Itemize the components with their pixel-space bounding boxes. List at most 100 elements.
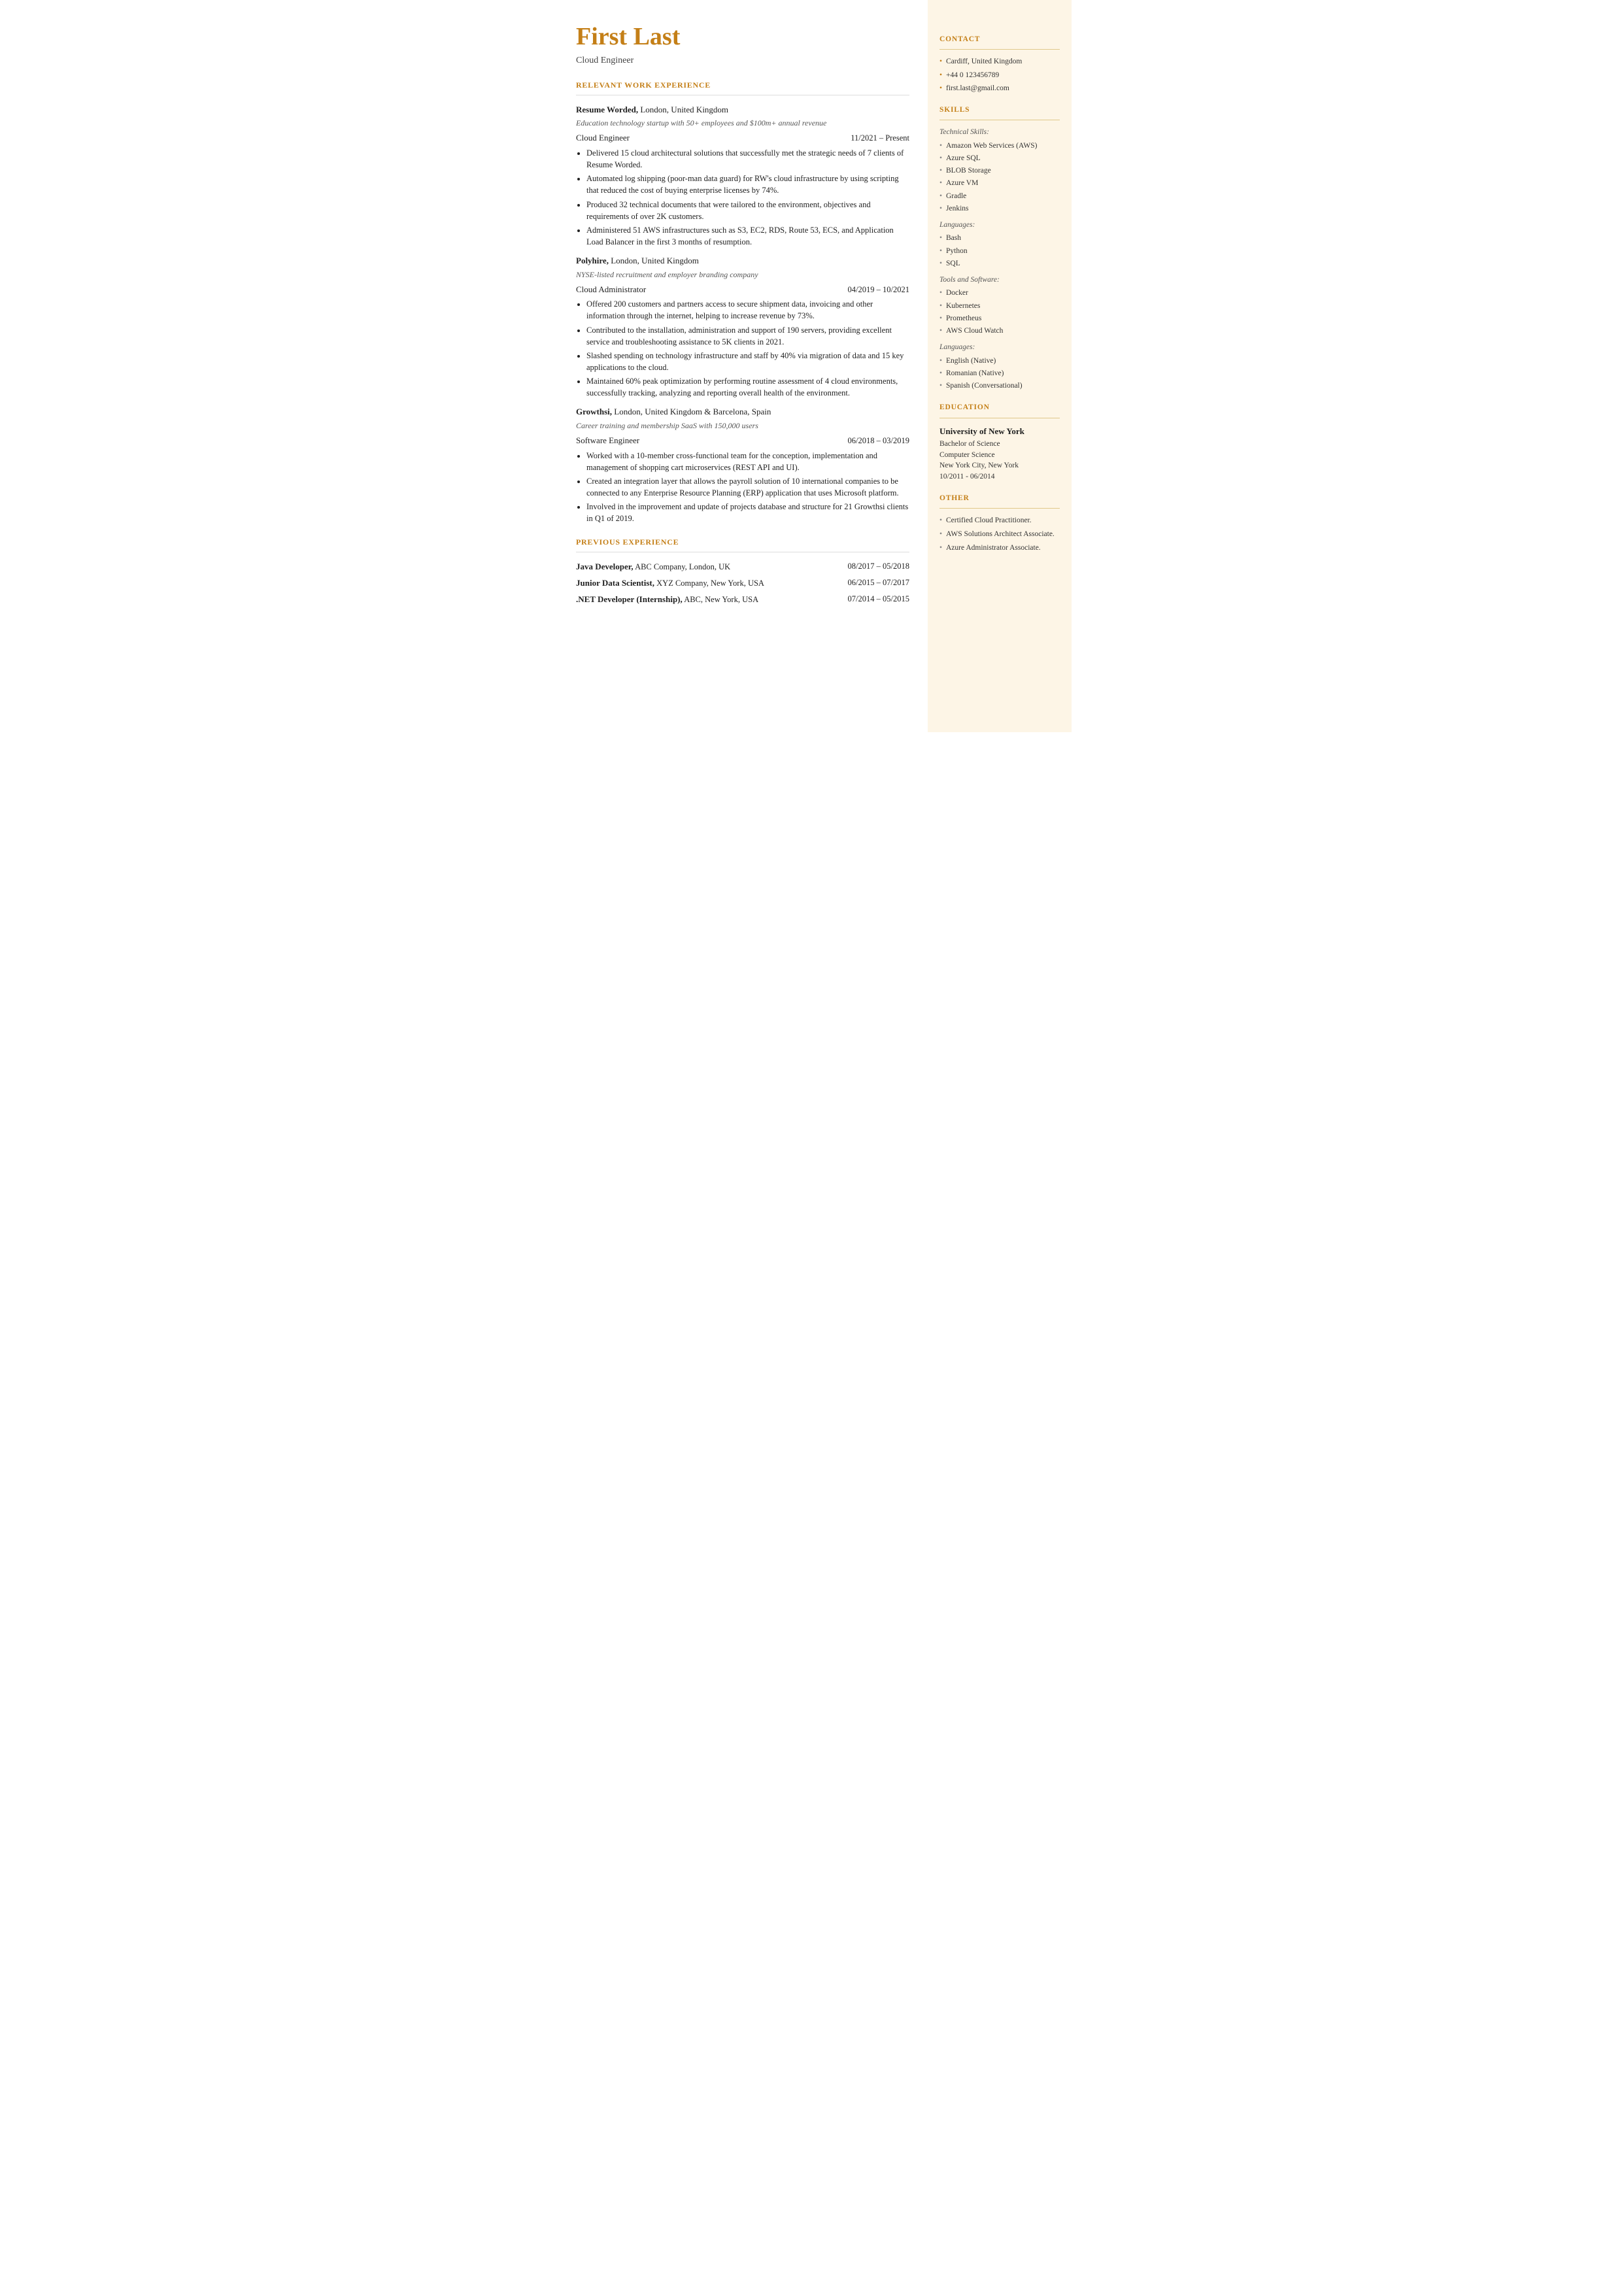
job-1-dates: 11/2021 – Present xyxy=(851,132,909,144)
job-2-company-bold: Polyhire, xyxy=(576,256,609,265)
education-degree: Bachelor of Science xyxy=(939,439,1060,450)
left-column: First Last Cloud Engineer RELEVANT WORK … xyxy=(552,0,928,732)
job-3-company-header: Growthsi, London, United Kingdom & Barce… xyxy=(576,405,909,418)
job-1-bullets: Delivered 15 cloud architectural solutio… xyxy=(586,147,909,248)
skill-gradle: Gradle xyxy=(939,191,1060,202)
prev-job-3-title-rest: ABC, New York, USA xyxy=(684,595,758,604)
job-1-company-rest: London, United Kingdom xyxy=(640,105,728,114)
technical-skills-list: Amazon Web Services (AWS) Azure SQL BLOB… xyxy=(939,141,1060,215)
skill-spanish: Spanish (Conversational) xyxy=(939,380,1060,392)
job-2-bullet-2: Contributed to the installation, adminis… xyxy=(586,324,909,348)
job-3-dates: 06/2018 – 03/2019 xyxy=(848,435,909,447)
other-item-3: Azure Administrator Associate. xyxy=(939,543,1060,554)
prev-job-1-left: Java Developer, ABC Company, London, UK xyxy=(576,560,848,573)
education-location: New York City, New York xyxy=(939,460,1060,471)
job-1-bullet-2: Automated log shipping (poor-man data gu… xyxy=(586,173,909,196)
relevant-experience-title: RELEVANT WORK EXPERIENCE xyxy=(576,79,909,91)
name: First Last xyxy=(576,24,909,51)
job-3-description: Career training and membership SaaS with… xyxy=(576,420,909,431)
contact-list: Cardiff, United Kingdom +44 0 123456789 … xyxy=(939,56,1060,94)
education-dates: 10/2011 - 06/2014 xyxy=(939,471,1060,482)
technical-skills-label: Technical Skills: xyxy=(939,127,1060,138)
contact-address: Cardiff, United Kingdom xyxy=(939,56,1060,67)
prev-job-3-left: .NET Developer (Internship), ABC, New Yo… xyxy=(576,593,848,606)
job-2-bullets: Offered 200 customers and partners acces… xyxy=(586,298,909,399)
prev-job-2-title-rest: XYZ Company, New York, USA xyxy=(656,579,764,588)
other-item-2: AWS Solutions Architect Associate. xyxy=(939,529,1060,540)
other-title: OTHER xyxy=(939,493,1060,504)
job-3-row: Software Engineer 06/2018 – 03/2019 xyxy=(576,434,909,447)
prev-job-1: Java Developer, ABC Company, London, UK … xyxy=(576,560,909,573)
other-item-1: Certified Cloud Practitioner. xyxy=(939,515,1060,526)
job-title: Cloud Engineer xyxy=(576,54,909,67)
programming-languages-label: Languages: xyxy=(939,220,1060,231)
skill-azure-vm: Azure VM xyxy=(939,178,1060,189)
job-3-bullet-3: Involved in the improvement and update o… xyxy=(586,501,909,524)
job-1-description: Education technology startup with 50+ em… xyxy=(576,117,909,129)
job-3-bullet-1: Worked with a 10-member cross-functional… xyxy=(586,450,909,473)
skill-cloudwatch: AWS Cloud Watch xyxy=(939,326,1060,337)
resume-page: First Last Cloud Engineer RELEVANT WORK … xyxy=(552,0,1072,732)
job-2-title: Cloud Administrator xyxy=(576,283,646,296)
job-2-company-header: Polyhire, London, United Kingdom xyxy=(576,254,909,267)
skill-aws: Amazon Web Services (AWS) xyxy=(939,141,1060,152)
skill-sql: SQL xyxy=(939,258,1060,269)
job-2-bullet-4: Maintained 60% peak optimization by perf… xyxy=(586,375,909,399)
relevant-experience-section: RELEVANT WORK EXPERIENCE Resume Worded, … xyxy=(576,79,909,525)
spoken-languages-label: Languages: xyxy=(939,342,1060,353)
skill-azure-sql: Azure SQL xyxy=(939,153,1060,164)
job-1-title: Cloud Engineer xyxy=(576,131,630,144)
contact-title: CONTACT xyxy=(939,34,1060,45)
other-divider xyxy=(939,508,1060,509)
job-3-company-rest: London, United Kingdom & Barcelona, Spai… xyxy=(614,407,771,416)
other-list: Certified Cloud Practitioner. AWS Soluti… xyxy=(939,515,1060,554)
prev-job-2-title-bold: Junior Data Scientist, xyxy=(576,578,654,588)
prev-job-3: .NET Developer (Internship), ABC, New Yo… xyxy=(576,593,909,606)
skills-title: SKILLS xyxy=(939,105,1060,116)
prev-job-1-title-bold: Java Developer, xyxy=(576,562,634,571)
job-1-bullet-3: Produced 32 technical documents that wer… xyxy=(586,199,909,222)
job-3-bullet-2: Created an integration layer that allows… xyxy=(586,475,909,499)
contact-email: first.last@gmail.com xyxy=(939,83,1060,94)
job-1-company-header: Resume Worded, London, United Kingdom xyxy=(576,103,909,116)
education-title: EDUCATION xyxy=(939,402,1060,413)
job-3-title: Software Engineer xyxy=(576,434,639,447)
spoken-languages-list: English (Native) Romanian (Native) Spani… xyxy=(939,356,1060,392)
job-2-bullet-3: Slashed spending on technology infrastru… xyxy=(586,350,909,373)
education-section: EDUCATION University of New York Bachelo… xyxy=(939,402,1060,482)
job-2-row: Cloud Administrator 04/2019 – 10/2021 xyxy=(576,283,909,296)
skill-python: Python xyxy=(939,246,1060,257)
job-2-company-rest: London, United Kingdom xyxy=(611,256,699,265)
skill-english: English (Native) xyxy=(939,356,1060,367)
skill-bash: Bash xyxy=(939,233,1060,244)
contact-section: CONTACT Cardiff, United Kingdom +44 0 12… xyxy=(939,34,1060,94)
prev-job-2-dates: 06/2015 – 07/2017 xyxy=(848,577,909,590)
tools-label: Tools and Software: xyxy=(939,275,1060,286)
skill-kubernetes: Kubernetes xyxy=(939,301,1060,312)
skill-romanian: Romanian (Native) xyxy=(939,368,1060,379)
job-1-company-bold: Resume Worded, xyxy=(576,105,638,114)
job-3-bullets: Worked with a 10-member cross-functional… xyxy=(586,450,909,525)
skill-prometheus: Prometheus xyxy=(939,313,1060,324)
job-1-bullet-4: Administered 51 AWS infrastructures such… xyxy=(586,224,909,248)
tools-list: Docker Kubernetes Prometheus AWS Cloud W… xyxy=(939,288,1060,337)
job-3-company-bold: Growthsi, xyxy=(576,407,612,416)
right-column: CONTACT Cardiff, United Kingdom +44 0 12… xyxy=(928,0,1072,732)
job-2-description: NYSE-listed recruitment and employer bra… xyxy=(576,269,909,280)
education-field: Computer Science xyxy=(939,450,1060,461)
education-university: University of New York xyxy=(939,425,1060,438)
job-1-bullet-1: Delivered 15 cloud architectural solutio… xyxy=(586,147,909,171)
contact-divider xyxy=(939,49,1060,50)
job-1-row: Cloud Engineer 11/2021 – Present xyxy=(576,131,909,144)
prev-job-3-dates: 07/2014 – 05/2015 xyxy=(848,593,909,606)
skill-docker: Docker xyxy=(939,288,1060,299)
other-section: OTHER Certified Cloud Practitioner. AWS … xyxy=(939,493,1060,554)
prev-job-2: Junior Data Scientist, XYZ Company, New … xyxy=(576,577,909,590)
previous-experience-section: PREVIOUS EXPERIENCE Java Developer, ABC … xyxy=(576,536,909,605)
job-2-dates: 04/2019 – 10/2021 xyxy=(848,284,909,296)
prev-job-3-title-bold: .NET Developer (Internship), xyxy=(576,594,683,604)
prev-job-1-dates: 08/2017 – 05/2018 xyxy=(848,560,909,573)
skill-blob: BLOB Storage xyxy=(939,165,1060,177)
previous-experience-title: PREVIOUS EXPERIENCE xyxy=(576,536,909,548)
programming-languages-list: Bash Python SQL xyxy=(939,233,1060,269)
